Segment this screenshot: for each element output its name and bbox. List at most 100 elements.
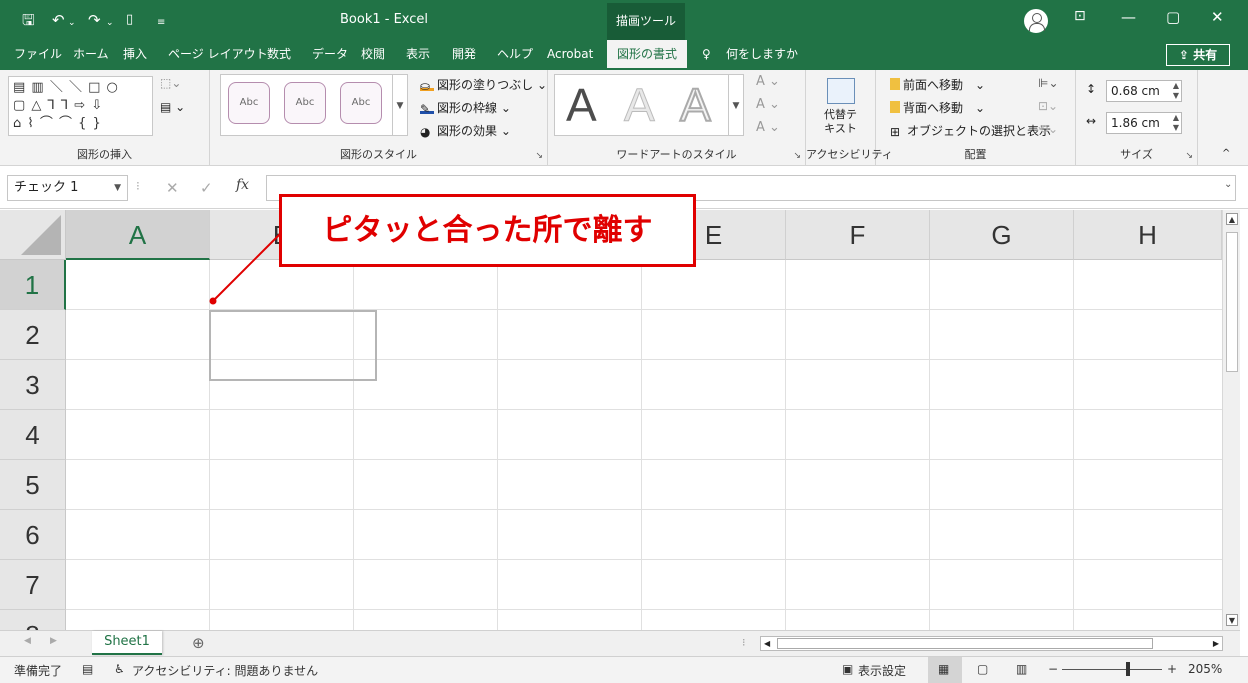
size-launcher-icon[interactable]: ↘: [1185, 151, 1193, 161]
new-document-icon[interactable]: ▯: [126, 10, 133, 30]
zoom-slider-thumb[interactable]: [1126, 662, 1130, 676]
shape-style-2[interactable]: Abc: [284, 82, 326, 124]
shape-fill-button[interactable]: ⛀ 図形の塗りつぶし ⌄: [420, 76, 547, 93]
horizontal-scrollbar[interactable]: ◀ ▶: [760, 636, 1223, 651]
row-header-6[interactable]: 6: [0, 510, 66, 560]
redo-icon[interactable]: ↷: [88, 10, 101, 30]
column-header-f[interactable]: F: [786, 210, 930, 260]
name-box-dropdown-icon[interactable]: ▼: [114, 176, 121, 200]
enter-icon[interactable]: ✓: [200, 179, 213, 197]
wordart-more-icon[interactable]: ▼: [728, 74, 744, 136]
zoom-in-button[interactable]: +: [1167, 662, 1177, 676]
align-icon[interactable]: ⊫⌄: [1038, 76, 1059, 90]
account-avatar-icon[interactable]: [1024, 9, 1048, 33]
group-objects-icon[interactable]: ⊡⌄: [1038, 99, 1058, 113]
minimize-button[interactable]: —: [1121, 8, 1136, 26]
scroll-left-icon[interactable]: ◀: [764, 637, 770, 650]
bring-forward-button[interactable]: 前面へ移動 ⌄: [890, 76, 985, 93]
next-sheet-icon[interactable]: ▶: [50, 636, 57, 646]
zoom-out-button[interactable]: −: [1048, 662, 1058, 676]
prev-sheet-icon[interactable]: ◀: [24, 636, 31, 646]
row-header-1[interactable]: 1: [0, 260, 66, 310]
text-effects-icon[interactable]: A ⌄: [756, 120, 780, 135]
close-button[interactable]: ✕: [1211, 8, 1224, 26]
alt-text-button[interactable]: 代替テ キスト: [824, 108, 857, 136]
shape-style-3[interactable]: Abc: [340, 82, 382, 124]
scroll-right-icon[interactable]: ▶: [1213, 637, 1219, 650]
text-box-icon[interactable]: ▤ ⌄: [160, 100, 185, 114]
lightbulb-icon[interactable]: ♀: [702, 40, 711, 70]
tab-view[interactable]: 表示: [406, 40, 430, 70]
tab-acrobat[interactable]: Acrobat: [547, 40, 593, 70]
wordart-style-3[interactable]: A: [679, 79, 712, 131]
column-header-h[interactable]: H: [1074, 210, 1222, 260]
vertical-scrollbar[interactable]: ▲ ▼: [1222, 210, 1240, 630]
wordart-launcher-icon[interactable]: ↘: [793, 151, 801, 161]
wordart-style-2[interactable]: A: [624, 80, 656, 131]
split-handle-icon[interactable]: ⁝: [742, 636, 746, 649]
wordart-style-1[interactable]: A: [566, 80, 597, 130]
text-outline-icon[interactable]: A ⌄: [756, 97, 780, 112]
shape-effects-button[interactable]: ◕ 図形の効果 ⌄: [420, 122, 511, 139]
row-header-5[interactable]: 5: [0, 460, 66, 510]
send-backward-button[interactable]: 背面へ移動 ⌄: [890, 99, 985, 116]
shape-outline-button[interactable]: ✎ 図形の枠線 ⌄: [420, 99, 511, 116]
redo-dropdown-icon[interactable]: ⌄: [106, 13, 114, 33]
expand-formula-bar-icon[interactable]: ⌄: [1224, 179, 1232, 190]
share-button[interactable]: ⇪ 共有: [1166, 44, 1230, 66]
row-header-2[interactable]: 2: [0, 310, 66, 360]
tab-page-layout[interactable]: ページ レイアウト: [168, 40, 268, 70]
shapes-gallery[interactable]: ▤ ▥ ＼ ＼ □ ○ ▢ △ ⅂ ⅂ ⇨ ⇩ ⌂ ⌇ ⌒ ⌒ { }: [8, 76, 153, 136]
tab-file[interactable]: ファイル: [14, 40, 62, 70]
selection-pane-button[interactable]: ⊞ オブジェクトの選択と表示: [890, 122, 1051, 139]
shape-height-input[interactable]: 0.68 cm ▲ ▼: [1106, 80, 1182, 102]
vertical-scroll-thumb[interactable]: [1226, 232, 1238, 372]
cancel-icon[interactable]: ✕: [166, 179, 179, 197]
undo-icon[interactable]: ↶: [52, 10, 65, 30]
alt-text-icon[interactable]: [827, 78, 855, 104]
rotate-icon[interactable]: ⟲⌄: [1038, 122, 1058, 136]
macro-record-icon[interactable]: ▤: [82, 662, 93, 676]
tab-home[interactable]: ホーム: [73, 40, 109, 70]
dragged-shape-outline[interactable]: [209, 310, 377, 381]
edit-shape-icon[interactable]: ⬚⌄: [160, 76, 181, 90]
display-settings-icon[interactable]: ▣: [842, 662, 853, 676]
tell-me-search[interactable]: 何をしますか: [726, 40, 798, 70]
row-header-8[interactable]: 8: [0, 610, 66, 630]
ribbon-display-options-icon[interactable]: ⊡: [1074, 8, 1086, 24]
worksheet-grid[interactable]: A B C D E F G H 1 2 3 4 5 6 7 8: [0, 210, 1222, 630]
restore-button[interactable]: ▢: [1166, 8, 1180, 26]
save-icon[interactable]: 🖫: [22, 10, 35, 30]
tab-developer[interactable]: 開発: [452, 40, 476, 70]
column-header-g[interactable]: G: [930, 210, 1074, 260]
row-header-4[interactable]: 4: [0, 410, 66, 460]
tab-insert[interactable]: 挿入: [123, 40, 147, 70]
scroll-down-icon[interactable]: ▼: [1226, 614, 1238, 626]
tab-help[interactable]: ヘルプ: [497, 40, 533, 70]
sheet-tab-sheet1[interactable]: Sheet1: [92, 631, 162, 655]
text-fill-icon[interactable]: A ⌄: [756, 74, 780, 89]
collapse-ribbon-icon[interactable]: ^: [1222, 148, 1230, 159]
column-header-a[interactable]: A: [66, 210, 210, 260]
undo-dropdown-icon[interactable]: ⌄: [68, 13, 76, 33]
height-spinner-icon[interactable]: ▲ ▼: [1173, 81, 1179, 101]
tab-review[interactable]: 校閲: [361, 40, 385, 70]
accessibility-icon[interactable]: ♿: [114, 662, 125, 676]
scroll-up-icon[interactable]: ▲: [1226, 213, 1238, 225]
add-sheet-icon[interactable]: ⊕: [192, 634, 205, 652]
insert-function-icon[interactable]: fx: [236, 177, 249, 193]
accessibility-status[interactable]: アクセシビリティ: 問題ありません: [132, 662, 318, 679]
page-layout-view-icon[interactable]: ▢: [977, 662, 988, 676]
shape-styles-more-icon[interactable]: ▼: [392, 74, 408, 136]
tab-formulas[interactable]: 数式: [267, 40, 291, 70]
customize-qat-icon[interactable]: ≡: [157, 13, 165, 33]
tab-shape-format[interactable]: 図形の書式: [607, 40, 688, 70]
select-all-corner[interactable]: [0, 210, 66, 260]
tab-data[interactable]: データ: [312, 40, 348, 70]
page-break-view-icon[interactable]: ▥: [1016, 662, 1027, 676]
display-settings[interactable]: 表示設定: [858, 662, 906, 679]
horizontal-scroll-thumb[interactable]: [777, 638, 1153, 649]
zoom-slider[interactable]: [1062, 669, 1162, 670]
normal-view-button[interactable]: ▦: [928, 657, 962, 683]
width-spinner-icon[interactable]: ▲ ▼: [1173, 113, 1179, 133]
